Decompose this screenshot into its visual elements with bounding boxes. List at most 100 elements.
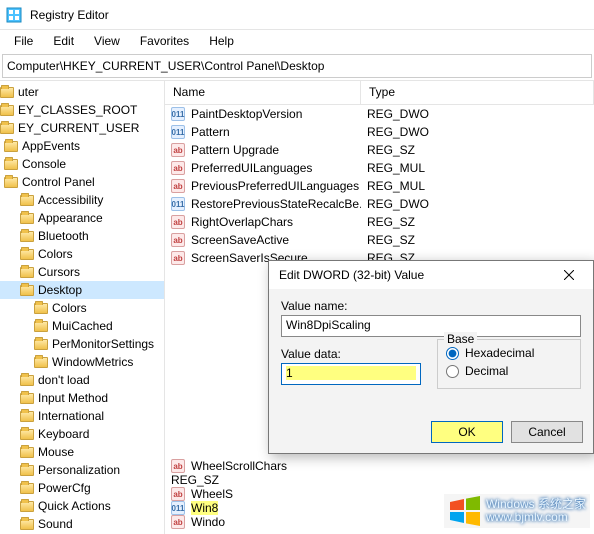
tree-item-label: Mouse: [38, 445, 74, 459]
value-type: REG_MUL: [361, 179, 594, 193]
folder-icon: [20, 519, 34, 530]
value-type: REG_SZ: [361, 215, 594, 229]
value-name: WheelScrollChars: [191, 459, 287, 473]
column-type[interactable]: Type: [361, 81, 594, 104]
address-input[interactable]: [7, 59, 587, 73]
dialog-titlebar[interactable]: Edit DWORD (32-bit) Value: [269, 261, 593, 289]
list-row[interactable]: 011PaintDesktopVersionREG_DWO: [165, 105, 594, 123]
tree-item[interactable]: Mouse: [0, 443, 164, 461]
value-type: REG_SZ: [361, 143, 594, 157]
cell-name: 011Pattern: [165, 125, 361, 139]
value-name: Pattern: [191, 125, 230, 139]
list-row[interactable]: 011RestorePreviousStateRecalcBe...REG_DW…: [165, 195, 594, 213]
folder-icon: [20, 393, 34, 404]
folder-icon: [20, 411, 34, 422]
window-titlebar: Registry Editor: [0, 0, 594, 30]
tree-item[interactable]: uter: [0, 83, 164, 101]
list-row[interactable]: abPattern UpgradeREG_SZ: [165, 141, 594, 159]
tree-item-label: PerMonitorSettings: [52, 337, 154, 351]
regedit-icon: [6, 7, 22, 23]
folder-icon: [34, 321, 48, 332]
list-row[interactable]: abPreferredUILanguagesREG_MUL: [165, 159, 594, 177]
tree-item[interactable]: WindowMetrics: [0, 353, 164, 371]
value-data-field[interactable]: [281, 363, 421, 385]
value-name: ScreenSaveActive: [191, 233, 289, 247]
radio-hexadecimal[interactable]: Hexadecimal: [446, 346, 572, 360]
tree-item[interactable]: AppEvents: [0, 137, 164, 155]
tree-item[interactable]: EY_CURRENT_USER: [0, 119, 164, 137]
list-row[interactable]: abPreviousPreferredUILanguagesREG_MUL: [165, 177, 594, 195]
string-value-icon: ab: [171, 143, 185, 157]
tree-item[interactable]: Appearance: [0, 209, 164, 227]
folder-icon: [20, 375, 34, 386]
tree-item-label: Appearance: [38, 211, 103, 225]
value-data-input[interactable]: [286, 366, 416, 380]
tree-pane[interactable]: uter EY_CLASSES_ROOTEY_CURRENT_USERAppEve…: [0, 81, 165, 534]
cancel-button[interactable]: Cancel: [511, 421, 583, 443]
tree-item[interactable]: Quick Actions: [0, 497, 164, 515]
folder-icon: [20, 267, 34, 278]
tree-item-label: Keyboard: [38, 427, 89, 441]
list-row[interactable]: abScreenSaveActiveREG_SZ: [165, 231, 594, 249]
value-type: REG_SZ: [165, 473, 594, 487]
radio-dec-input[interactable]: [446, 365, 459, 378]
tree-item[interactable]: PowerCfg: [0, 479, 164, 497]
value-name: WheelS: [191, 487, 233, 501]
tree-item-label: International: [38, 409, 104, 423]
menu-help[interactable]: Help: [199, 32, 244, 50]
tree-item[interactable]: Accessibility: [0, 191, 164, 209]
tree-item[interactable]: Colors: [0, 245, 164, 263]
cell-name: abPattern Upgrade: [165, 143, 361, 157]
ok-button[interactable]: OK: [431, 421, 503, 443]
radio-hex-input[interactable]: [446, 347, 459, 360]
tree-item[interactable]: Personalization: [0, 461, 164, 479]
tree-item[interactable]: Colors: [0, 299, 164, 317]
value-name: PreferredUILanguages: [191, 161, 312, 175]
tree-item[interactable]: MuiCached: [0, 317, 164, 335]
tree-item-label: Accessibility: [38, 193, 103, 207]
tree-item[interactable]: Cursors: [0, 263, 164, 281]
tree-item[interactable]: Console: [0, 155, 164, 173]
list-row[interactable]: ab WheelScrollCharsREG_SZ: [165, 459, 594, 487]
tree-item[interactable]: Control Panel: [0, 173, 164, 191]
menu-view[interactable]: View: [84, 32, 130, 50]
string-value-icon: ab: [171, 515, 185, 529]
watermark-line2: www.bjmlv.com: [486, 511, 586, 524]
string-value-icon: ab: [171, 179, 185, 193]
value-type: REG_DWO: [361, 107, 594, 121]
tree-item-label: Console: [22, 157, 66, 171]
tree-item[interactable]: International: [0, 407, 164, 425]
tree-item[interactable]: Sound: [0, 515, 164, 533]
value-name: Windo: [191, 515, 225, 529]
close-icon[interactable]: [551, 261, 587, 289]
string-value-icon: ab: [171, 233, 185, 247]
menu-file[interactable]: File: [4, 32, 43, 50]
value-name-field[interactable]: Win8DpiScaling: [281, 315, 581, 337]
list-row[interactable]: 011PatternREG_DWO: [165, 123, 594, 141]
list-body: 011PaintDesktopVersionREG_DWO011PatternR…: [165, 105, 594, 267]
list-row[interactable]: abRightOverlapCharsREG_SZ: [165, 213, 594, 231]
dword-value-icon: 011: [171, 107, 185, 121]
string-value-icon: ab: [171, 459, 185, 473]
radio-decimal[interactable]: Decimal: [446, 364, 572, 378]
menu-edit[interactable]: Edit: [43, 32, 84, 50]
value-data-label: Value data:: [281, 347, 421, 361]
tree-item[interactable]: EY_CLASSES_ROOT: [0, 101, 164, 119]
tree-item[interactable]: Input Method: [0, 389, 164, 407]
address-bar[interactable]: [2, 54, 592, 78]
menu-favorites[interactable]: Favorites: [130, 32, 199, 50]
tree-item[interactable]: Keyboard: [0, 425, 164, 443]
tree-item-label: Desktop: [38, 283, 82, 297]
column-name[interactable]: Name: [165, 81, 361, 104]
tree-item[interactable]: Bluetooth: [0, 227, 164, 245]
tree-item-label: Personalization: [38, 463, 120, 477]
tree-item-label: Control Panel: [22, 175, 95, 189]
tree-item[interactable]: Desktop: [0, 281, 164, 299]
folder-icon: [20, 465, 34, 476]
tree-item-label: uter: [18, 85, 39, 99]
tree-item-label: Colors: [38, 247, 73, 261]
tree-item[interactable]: don't load: [0, 371, 164, 389]
tree-item[interactable]: PerMonitorSettings: [0, 335, 164, 353]
radio-hex-label: Hexadecimal: [465, 346, 534, 360]
dialog-buttons: OK Cancel: [431, 421, 583, 443]
